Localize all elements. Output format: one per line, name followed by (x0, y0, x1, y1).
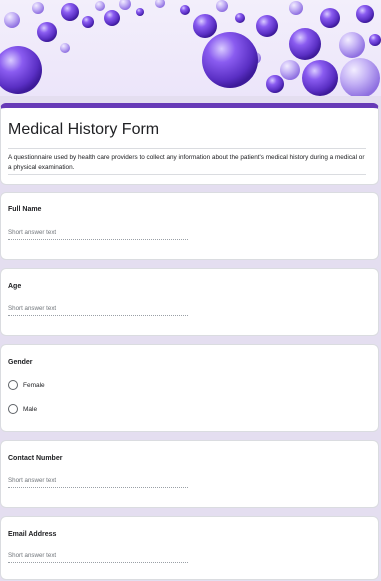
question-card-email-address: Email Address Short answer text (0, 516, 379, 580)
title-divider (8, 148, 366, 149)
question-card-gender: Gender Female Male (0, 344, 379, 432)
spheres-illustration (0, 0, 381, 96)
radio-button[interactable] (8, 404, 18, 414)
question-label: Email Address (8, 531, 57, 538)
radio-label: Male (23, 405, 38, 413)
question-label: Gender (8, 359, 33, 366)
email-address-input[interactable]: Short answer text (8, 551, 188, 563)
full-name-input[interactable]: Short answer text (8, 228, 188, 240)
radio-label: Female (23, 381, 45, 389)
form-title: Medical History Form (8, 121, 160, 138)
radio-option-female[interactable]: Female (8, 379, 45, 391)
description-divider (8, 174, 366, 175)
question-card-age: Age Short answer text (0, 268, 379, 336)
question-label: Full Name (8, 206, 42, 213)
question-label: Contact Number (8, 455, 63, 462)
question-card-contact-number: Contact Number Short answer text (0, 440, 379, 508)
contact-number-input[interactable]: Short answer text (8, 476, 188, 488)
radio-button[interactable] (8, 380, 18, 390)
question-label: Age (8, 283, 22, 290)
age-input[interactable]: Short answer text (8, 304, 188, 316)
question-card-full-name: Full Name Short answer text (0, 192, 379, 260)
form-description: A questionnaire used by health care prov… (8, 154, 365, 171)
header-banner-image (0, 0, 381, 96)
form-header-card: Medical History Form A questionnaire use… (0, 103, 379, 185)
radio-option-male[interactable]: Male (8, 403, 37, 415)
